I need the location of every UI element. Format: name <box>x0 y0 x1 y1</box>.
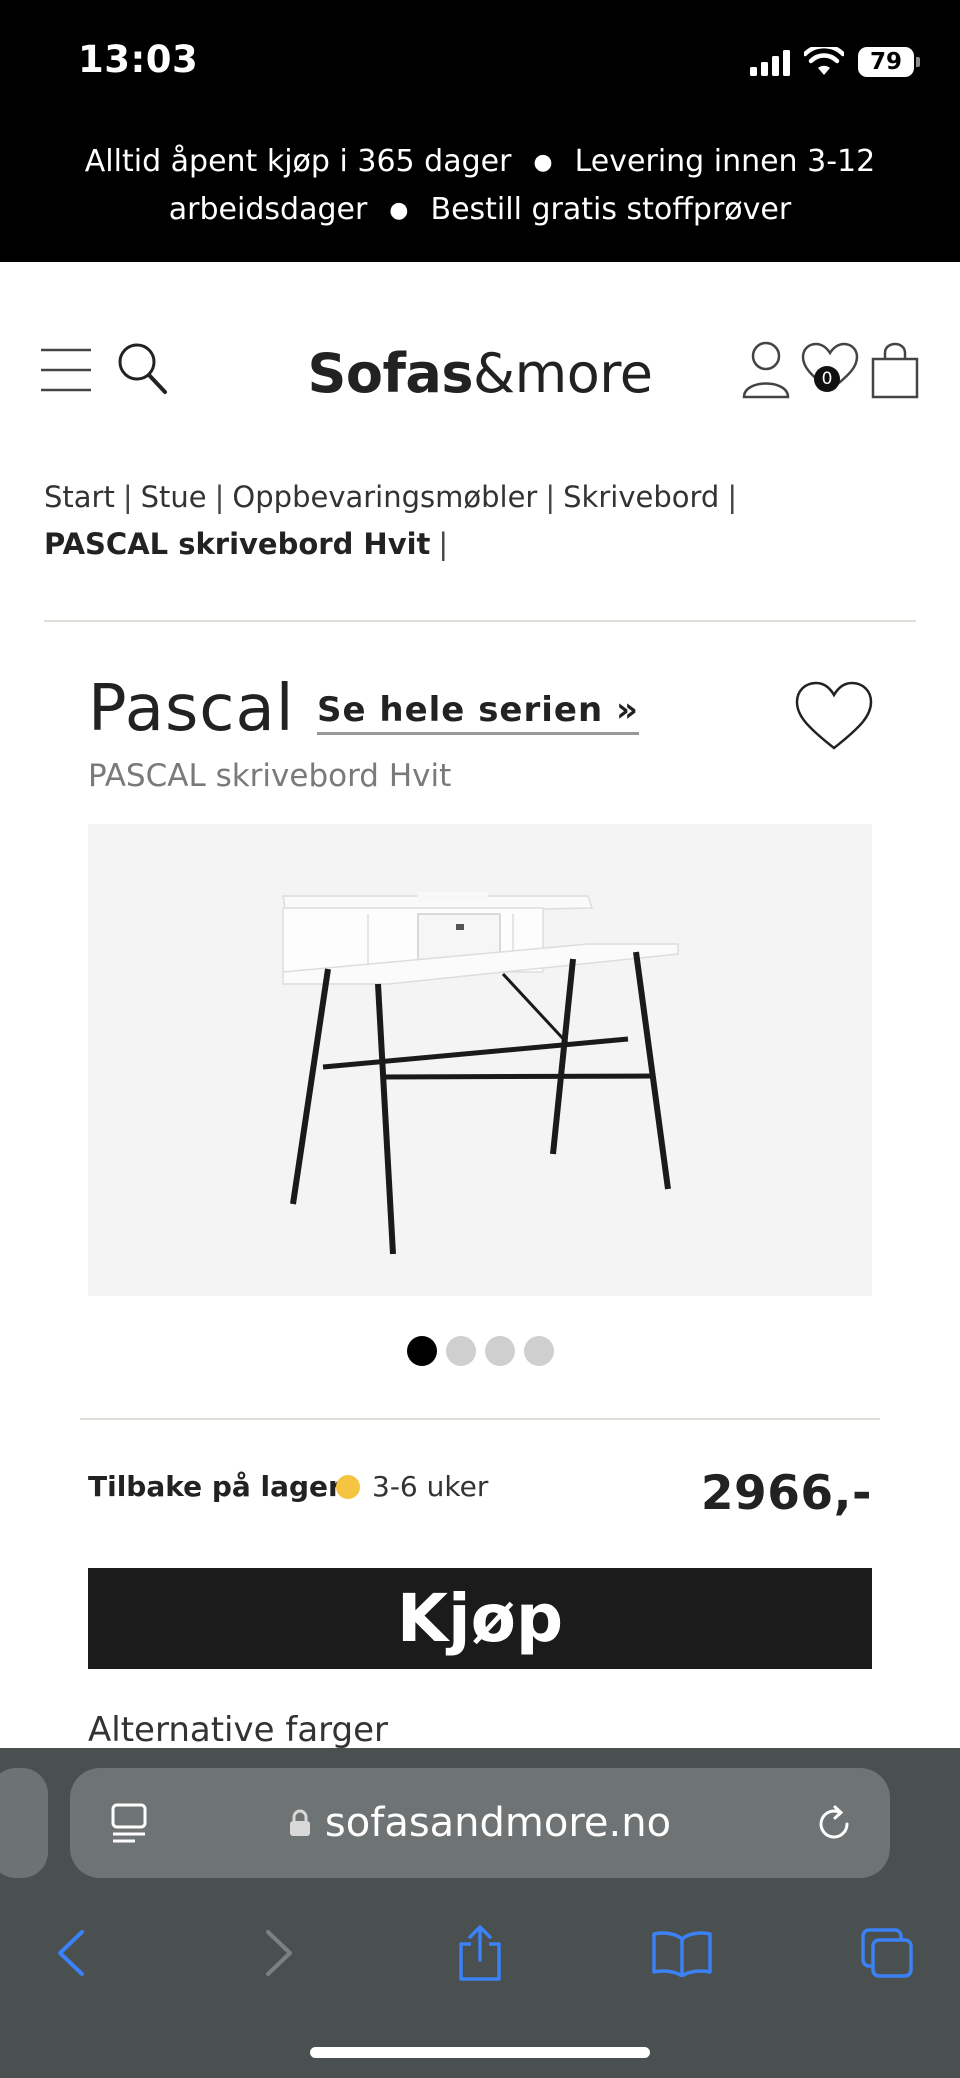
product-subtitle: PASCAL skrivebord Hvit <box>88 758 452 794</box>
product-series-title: Pascal <box>88 672 295 746</box>
book-icon <box>652 1931 712 1977</box>
see-series-link[interactable]: Se hele serien » <box>317 690 639 735</box>
image-carousel-dots <box>0 1336 960 1366</box>
url-display[interactable]: sofasandmore.no <box>70 1768 890 1878</box>
tabs-button[interactable] <box>842 1908 932 1998</box>
desk-illustration <box>282 892 679 1255</box>
status-icons: 79 <box>750 44 920 80</box>
product-divider <box>80 1418 880 1420</box>
battery-icon: 79 <box>858 47 920 77</box>
breadcrumb-separator: | <box>122 480 133 514</box>
breadcrumb-separator: | <box>214 480 225 514</box>
share-button[interactable] <box>435 1908 525 1998</box>
address-bar[interactable]: sofasandmore.no <box>70 1768 890 1878</box>
lock-icon <box>289 1809 311 1837</box>
alternative-colors-heading: Alternative farger <box>88 1710 389 1750</box>
cart-button[interactable] <box>868 340 922 400</box>
wifi-icon <box>804 47 844 75</box>
shopping-bag-icon <box>871 342 919 399</box>
bookmarks-button[interactable] <box>637 1908 727 1998</box>
url-text: sofasandmore.no <box>324 1800 672 1846</box>
breadcrumb-separator: | <box>545 480 556 514</box>
logo-rest: &more <box>473 342 653 405</box>
status-time: 13:03 <box>78 38 199 81</box>
announcement-separator: ● <box>389 198 409 223</box>
buy-button[interactable]: Kjøp <box>88 1568 872 1669</box>
stock-value: 3-6 uker <box>372 1470 489 1503</box>
breadcrumb-divider <box>44 620 916 622</box>
chevron-left-icon <box>58 1930 84 1976</box>
share-icon <box>459 1925 501 1981</box>
carousel-dot[interactable] <box>406 1336 437 1366</box>
breadcrumb-link-start[interactable]: Start <box>44 480 115 514</box>
announcement-item: Alltid åpent kjøp i 365 dager <box>84 144 512 179</box>
user-icon <box>742 341 790 399</box>
product-image[interactable] <box>88 824 872 1296</box>
previous-tab-preview[interactable] <box>0 1768 48 1878</box>
account-button[interactable] <box>740 338 792 400</box>
browser-toolbar <box>0 1908 960 2008</box>
breadcrumb: Start | Stue | Oppbevaringsmøbler | Skrivebord… <box>44 474 924 568</box>
product-price: 2966,- <box>700 1466 872 1521</box>
logo-bold: Sofas <box>307 342 474 405</box>
announcement-item: arbeidsdager <box>168 192 368 227</box>
browser-bottom-bar: sofasandmore.no <box>0 1748 960 2078</box>
heart-icon <box>795 681 873 750</box>
announcement-bar: Alltid åpent kjøp i 365 dager ● Levering i… <box>0 120 960 262</box>
home-indicator <box>310 2047 650 2058</box>
chevron-right-icon <box>266 1930 292 1976</box>
breadcrumb-separator: | <box>438 527 449 561</box>
carousel-dot[interactable] <box>445 1336 476 1366</box>
tabs-icon <box>861 1928 913 1978</box>
announcement-item: Levering innen 3-12 <box>574 144 876 179</box>
breadcrumb-separator: | <box>727 480 738 514</box>
breadcrumb-current: PASCAL skrivebord Hvit <box>44 527 431 561</box>
announcement-item: Bestill gratis stoffprøver <box>430 192 792 227</box>
carousel-dot[interactable] <box>484 1336 515 1366</box>
status-bar: 13:03 79 <box>0 0 960 120</box>
stock-label: Tilbake på lager: <box>88 1470 354 1503</box>
forward-button[interactable] <box>234 1908 324 1998</box>
back-button[interactable] <box>26 1908 116 1998</box>
breadcrumb-link-stue[interactable]: Stue <box>141 480 207 514</box>
announcement-separator: ● <box>533 150 553 175</box>
carousel-dot[interactable] <box>523 1336 554 1366</box>
reload-button[interactable] <box>810 1800 858 1848</box>
reload-icon <box>819 1805 849 1839</box>
breadcrumb-link-oppbevaring[interactable]: Oppbevaringsmøbler <box>232 480 537 514</box>
wishlist-count-badge: 0 <box>814 366 840 392</box>
cellular-signal-icon <box>750 48 790 76</box>
favorite-button[interactable] <box>794 680 874 752</box>
stock-status-indicator <box>336 1475 360 1499</box>
breadcrumb-link-skrivebord[interactable]: Skrivebord <box>563 480 719 514</box>
